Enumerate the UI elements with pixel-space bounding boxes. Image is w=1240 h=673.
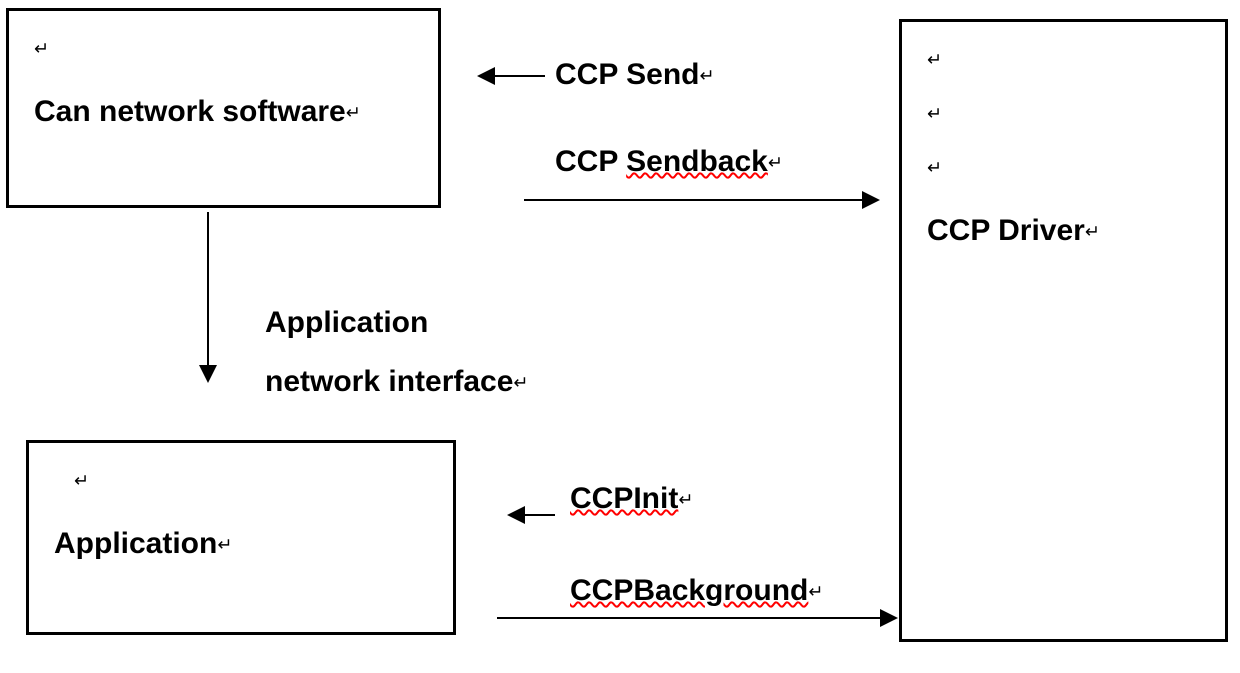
box-text-application-label: Application — [54, 527, 217, 560]
para-mark-icon: ↵ — [513, 373, 528, 393]
para-mark-icon: ↵ — [768, 153, 783, 173]
box-text-ccp-driver-label: CCP Driver — [927, 214, 1085, 247]
para-mark-icon: ↵ — [699, 66, 714, 86]
para-mark-icon: ↵ — [346, 103, 361, 123]
para-mark-icon: ↵ — [927, 50, 942, 70]
para-mark-icon: ↵ — [678, 490, 693, 510]
box-can-network-software: ↵ Can network software↵ — [6, 8, 441, 208]
para-mark-icon: ↵ — [927, 104, 942, 124]
para-mark-line: ↵ — [927, 150, 1200, 184]
ccp-send-text: CCP Send — [555, 58, 699, 91]
ccp-sendback-wavy: Sendback — [626, 145, 768, 178]
label-ccp-sendback: CCP Sendback↵ — [555, 145, 783, 179]
para-mark-icon: ↵ — [808, 582, 823, 602]
para-mark-icon: ↵ — [927, 158, 942, 178]
ccpbackground-text: CCPBackground — [570, 574, 808, 607]
para-mark-line: ↵ — [927, 96, 1200, 130]
label-application-network-line2: network interface↵ — [265, 365, 529, 399]
ccpinit-text: CCPInit — [570, 482, 678, 515]
box-text-application: Application↵ — [54, 527, 428, 561]
label-ccpinit: CCPInit↵ — [570, 482, 693, 516]
para-mark-line: ↵ — [34, 31, 413, 65]
para-mark-icon: ↵ — [217, 535, 232, 555]
para-mark-icon: ↵ — [34, 39, 49, 59]
box-text-ccp-driver: CCP Driver↵ — [927, 214, 1200, 248]
para-mark-line: ↵ — [927, 42, 1200, 76]
para-mark-line: ↵ — [54, 463, 428, 497]
ccp-sendback-prefix: CCP — [555, 145, 626, 178]
para-mark-icon: ↵ — [1085, 222, 1100, 242]
label-application-network-line1: Application — [265, 306, 428, 340]
box-text-can-network: Can network software↵ — [34, 95, 413, 129]
para-mark-icon: ↵ — [74, 471, 89, 491]
box-ccp-driver: ↵ ↵ ↵ CCP Driver↵ — [899, 19, 1228, 642]
box-text-can-network-label: Can network software — [34, 95, 346, 128]
label-ccpbackground: CCPBackground↵ — [570, 574, 823, 608]
app-net-line1-text: Application — [265, 306, 428, 339]
box-application: ↵ Application↵ — [26, 440, 456, 635]
app-net-line2-text: network interface — [265, 365, 513, 398]
label-ccp-send: CCP Send↵ — [555, 58, 715, 92]
